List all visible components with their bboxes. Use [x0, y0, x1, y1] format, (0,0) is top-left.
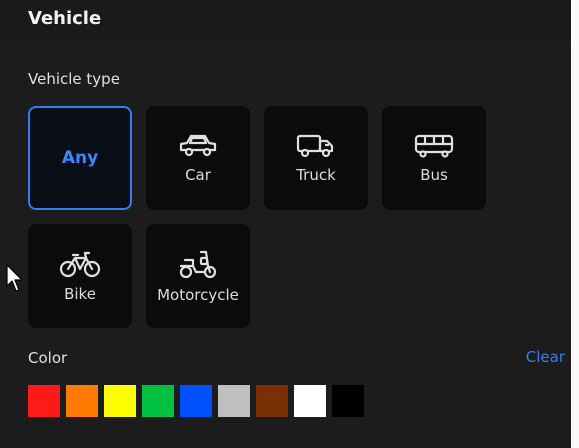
truck-icon: [295, 132, 337, 160]
vehicle-type-truck[interactable]: Truck: [264, 106, 368, 210]
vehicle-type-motorcycle[interactable]: Motorcycle: [146, 224, 250, 328]
vehicle-type-car-label: Car: [185, 166, 211, 184]
vehicle-type-label: Vehicle type: [28, 70, 120, 88]
color-swatch[interactable]: [256, 385, 288, 417]
color-swatches: [28, 385, 364, 417]
vehicle-type-any-label: Any: [61, 148, 99, 168]
color-swatch[interactable]: [332, 385, 364, 417]
vehicle-type-any[interactable]: Any: [28, 106, 132, 210]
panel-header: Vehicle: [0, 0, 579, 42]
vehicle-type-bus-label: Bus: [420, 166, 448, 184]
vehicle-type-bike-label: Bike: [64, 285, 96, 303]
bus-icon: [413, 132, 455, 160]
vehicle-type-truck-label: Truck: [296, 166, 336, 184]
color-swatch[interactable]: [28, 385, 60, 417]
color-label: Color: [28, 349, 68, 367]
vehicle-type-bike[interactable]: Bike: [28, 224, 132, 328]
color-swatch[interactable]: [142, 385, 174, 417]
color-swatch[interactable]: [104, 385, 136, 417]
motorcycle-icon: [177, 248, 219, 280]
car-icon: [177, 132, 219, 160]
vehicle-type-motorcycle-label: Motorcycle: [157, 286, 239, 304]
panel-edge: [571, 0, 579, 448]
vehicle-type-car[interactable]: Car: [146, 106, 250, 210]
color-swatch[interactable]: [66, 385, 98, 417]
color-swatch[interactable]: [218, 385, 250, 417]
vehicle-type-bus[interactable]: Bus: [382, 106, 486, 210]
section-title: Vehicle: [28, 8, 102, 29]
color-swatch[interactable]: [294, 385, 326, 417]
mouse-pointer-icon: [6, 264, 24, 298]
color-swatch[interactable]: [180, 385, 212, 417]
clear-color-button[interactable]: Clear: [526, 348, 565, 366]
bike-icon: [59, 249, 101, 279]
